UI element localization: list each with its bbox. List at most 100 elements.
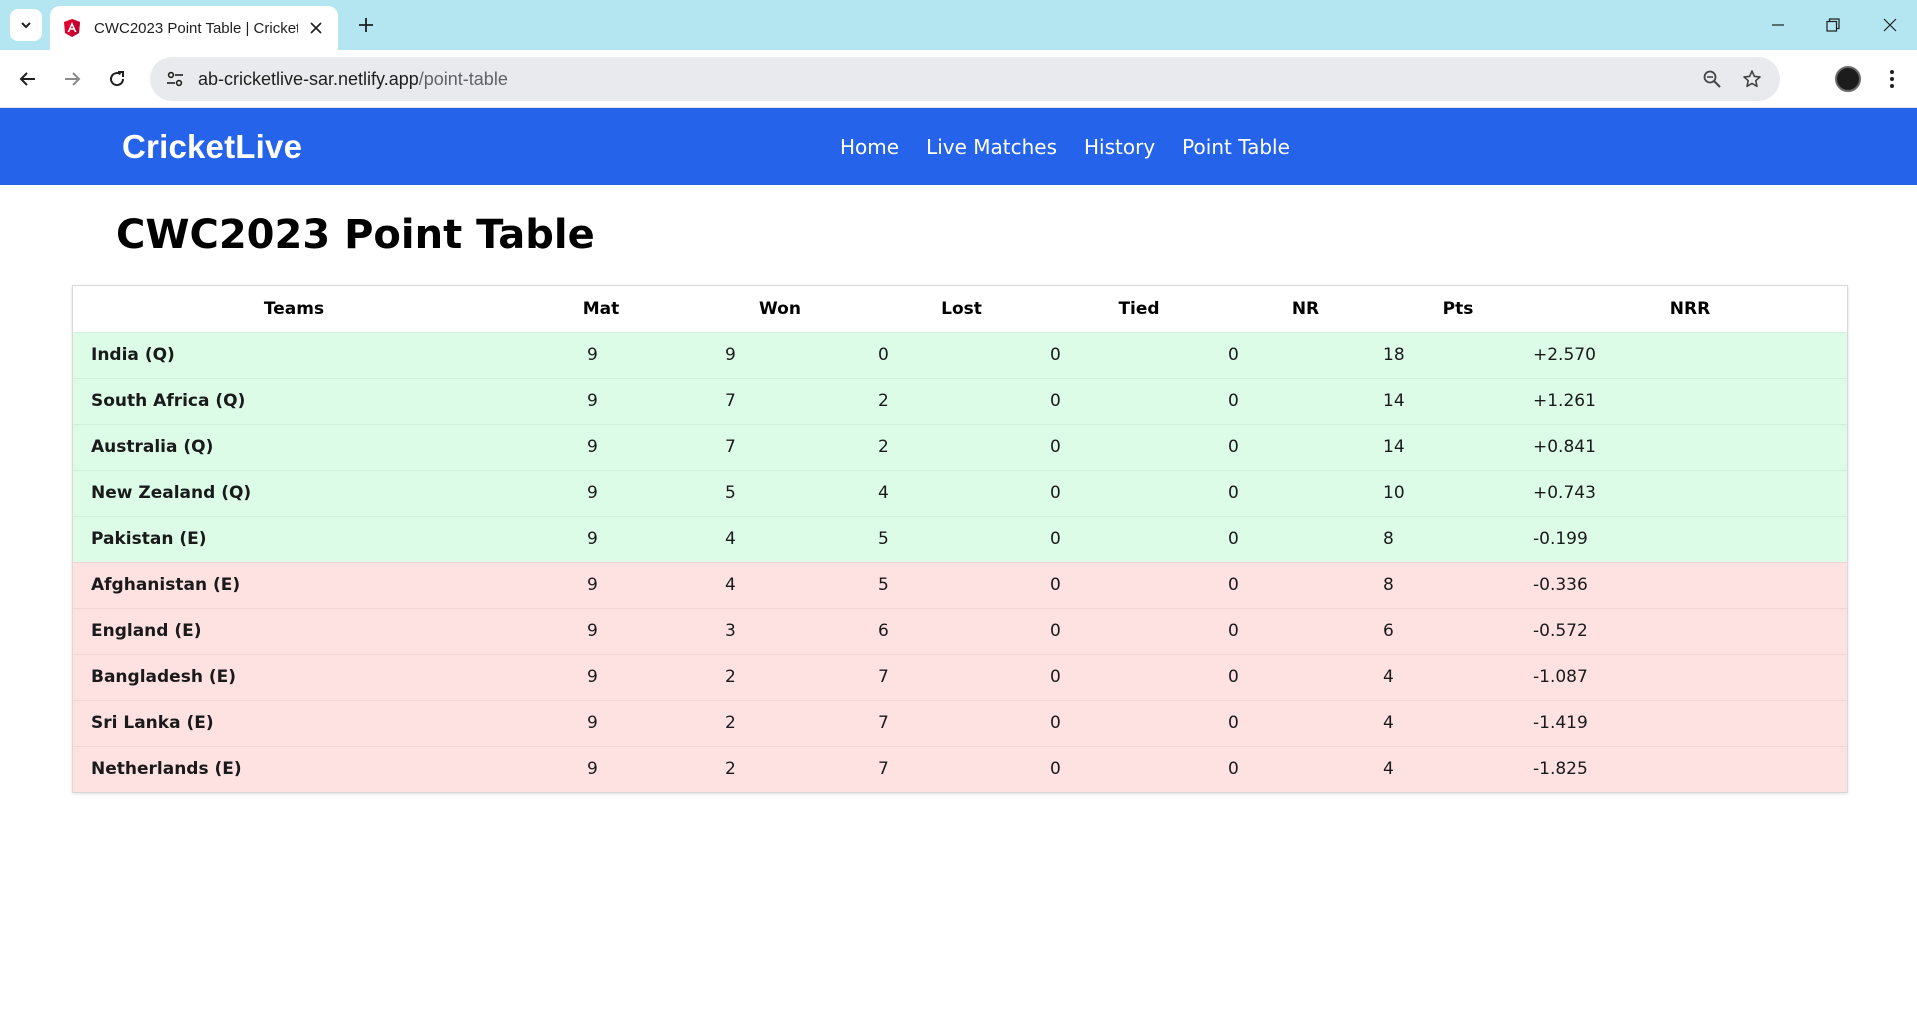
cell-won: 2 — [687, 653, 873, 700]
new-tab-button[interactable] — [352, 11, 380, 39]
cell-nrr: -1.419 — [1533, 699, 1847, 746]
url-text[interactable]: ab-cricketlive-sar.netlify.app/point-tab… — [198, 69, 1686, 90]
cell-nr: 0 — [1228, 423, 1383, 470]
cell-pts: 8 — [1383, 561, 1533, 608]
profile-avatar[interactable] — [1835, 66, 1861, 92]
cell-won: 2 — [687, 745, 873, 792]
cell-lost: 2 — [873, 377, 1050, 424]
cell-won: 7 — [687, 423, 873, 470]
url-path: /point-table — [418, 68, 508, 89]
brand-logo[interactable]: CricketLive — [122, 108, 302, 185]
browser-menu-button[interactable] — [1878, 65, 1906, 93]
cell-tied: 0 — [1050, 515, 1228, 562]
cell-team: Sri Lanka (E) — [73, 699, 515, 746]
nav-link-home[interactable]: Home — [840, 135, 899, 159]
star-icon — [1743, 70, 1761, 88]
plus-icon — [359, 18, 373, 32]
cell-pts: 4 — [1383, 699, 1533, 746]
cell-mat: 9 — [515, 653, 687, 700]
restore-button[interactable] — [1820, 12, 1846, 38]
browser-toolbar: ab-cricketlive-sar.netlify.app/point-tab… — [0, 50, 1917, 108]
cell-pts: 14 — [1383, 423, 1533, 470]
table-row: New Zealand (Q) 9 5 4 0 0 10 +0.743 — [73, 469, 1847, 516]
cell-tied: 0 — [1050, 331, 1228, 378]
cell-nrr: -0.572 — [1533, 607, 1847, 654]
cell-tied: 0 — [1050, 745, 1228, 792]
cell-lost: 7 — [873, 653, 1050, 700]
cell-mat: 9 — [515, 331, 687, 378]
site-info-icon[interactable] — [164, 68, 186, 90]
table-header-row: Teams Mat Won Lost Tied NR Pts NRR — [73, 286, 1847, 332]
table-row: Bangladesh (E) 9 2 7 0 0 4 -1.087 — [73, 653, 1847, 700]
minimize-icon — [1772, 24, 1784, 26]
nav-link-live-matches[interactable]: Live Matches — [926, 135, 1057, 159]
header-tied: Tied — [1050, 286, 1228, 332]
cell-nr: 0 — [1228, 561, 1383, 608]
cell-nr: 0 — [1228, 699, 1383, 746]
nav-link-history[interactable]: History — [1084, 135, 1155, 159]
cell-won: 9 — [687, 331, 873, 378]
cell-team: New Zealand (Q) — [73, 469, 515, 516]
cell-pts: 18 — [1383, 331, 1533, 378]
cell-pts: 14 — [1383, 377, 1533, 424]
forward-button[interactable] — [58, 65, 86, 93]
header-won: Won — [687, 286, 873, 332]
cell-mat: 9 — [515, 377, 687, 424]
header-pts: Pts — [1383, 286, 1533, 332]
cell-mat: 9 — [515, 423, 687, 470]
address-bar[interactable]: ab-cricketlive-sar.netlify.app/point-tab… — [150, 57, 1780, 101]
cell-nrr: -0.199 — [1533, 515, 1847, 562]
cell-pts: 6 — [1383, 607, 1533, 654]
nav-links: Home Live Matches History Point Table — [840, 108, 1317, 185]
table-row: Netherlands (E) 9 2 7 0 0 4 -1.825 — [73, 745, 1847, 792]
tab-close-button[interactable] — [306, 18, 326, 38]
back-button[interactable] — [14, 65, 42, 93]
browser-tabstrip: CWC2023 Point Table | CricketLive — [0, 0, 1917, 50]
cell-won: 4 — [687, 515, 873, 562]
reload-icon — [110, 71, 125, 87]
cell-nrr: -0.336 — [1533, 561, 1847, 608]
header-teams: Teams — [73, 286, 515, 332]
cell-team: Afghanistan (E) — [73, 561, 515, 608]
cell-pts: 8 — [1383, 515, 1533, 562]
cell-team: England (E) — [73, 607, 515, 654]
url-host: ab-cricketlive-sar.netlify.app — [198, 68, 419, 89]
cell-lost: 7 — [873, 699, 1050, 746]
cell-lost: 5 — [873, 561, 1050, 608]
cell-tied: 0 — [1050, 607, 1228, 654]
site-navbar: CricketLive Home Live Matches History Po… — [0, 108, 1917, 185]
browser-tab-active[interactable]: CWC2023 Point Table | CricketLive — [50, 6, 338, 50]
table-row: India (Q) 9 9 0 0 0 18 +2.570 — [73, 331, 1847, 378]
cell-team: South Africa (Q) — [73, 377, 515, 424]
header-nrr: NRR — [1533, 286, 1847, 332]
cell-nr: 0 — [1228, 515, 1383, 562]
minimize-button[interactable] — [1765, 12, 1791, 38]
header-nr: NR — [1228, 286, 1383, 332]
cell-nr: 0 — [1228, 745, 1383, 792]
close-icon — [310, 22, 322, 34]
cell-lost: 7 — [873, 745, 1050, 792]
close-window-button[interactable] — [1877, 12, 1903, 38]
cell-nr: 0 — [1228, 331, 1383, 378]
bookmark-button[interactable] — [1738, 65, 1766, 93]
cell-mat: 9 — [515, 607, 687, 654]
table-row: Afghanistan (E) 9 4 5 0 0 8 -0.336 — [73, 561, 1847, 608]
chevron-down-icon — [21, 22, 31, 29]
cell-nr: 0 — [1228, 469, 1383, 516]
cell-won: 7 — [687, 377, 873, 424]
cell-mat: 9 — [515, 699, 687, 746]
cell-mat: 9 — [515, 469, 687, 516]
cell-pts: 4 — [1383, 653, 1533, 700]
cell-won: 5 — [687, 469, 873, 516]
tab-search-button[interactable] — [10, 9, 42, 41]
nav-link-point-table[interactable]: Point Table — [1182, 135, 1290, 159]
reload-button[interactable] — [103, 65, 131, 93]
angular-favicon-icon — [64, 19, 80, 37]
cell-tied: 0 — [1050, 469, 1228, 516]
cell-pts: 10 — [1383, 469, 1533, 516]
tab-title: CWC2023 Point Table | CricketLive — [94, 19, 298, 37]
cell-tied: 0 — [1050, 653, 1228, 700]
cell-pts: 4 — [1383, 745, 1533, 792]
cell-lost: 0 — [873, 331, 1050, 378]
zoom-button[interactable] — [1698, 65, 1726, 93]
